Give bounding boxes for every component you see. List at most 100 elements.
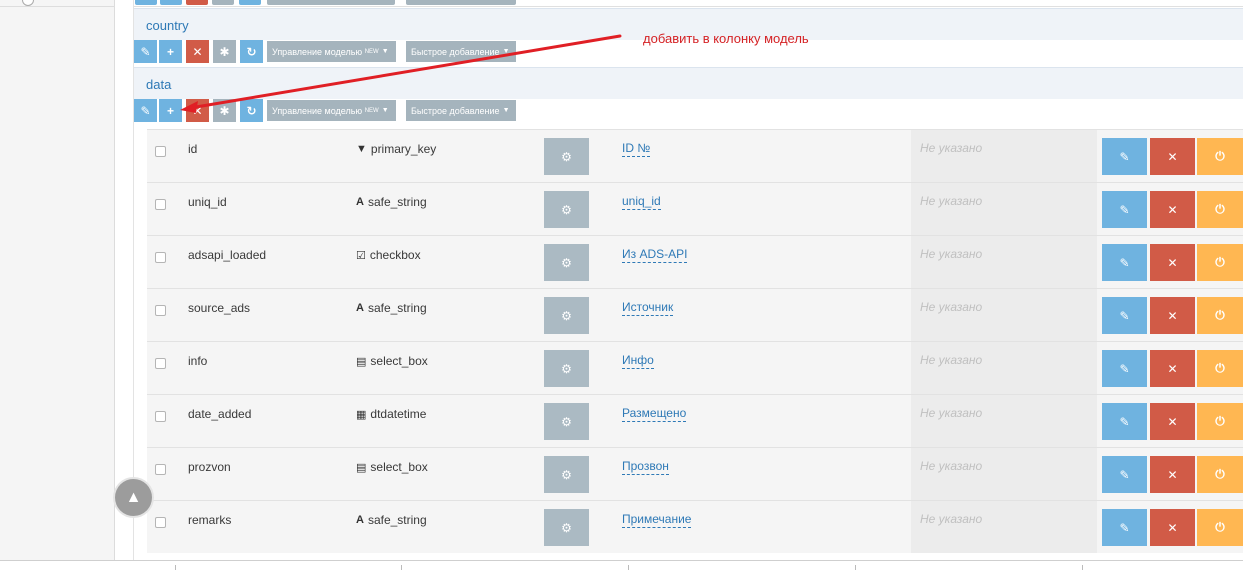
manage-model-dropdown[interactable]: Управление моделью NEW ▼ (267, 41, 396, 62)
row-checkbox[interactable] (155, 517, 166, 528)
field-settings-button[interactable]: ⚙ (544, 350, 589, 387)
field-settings-button[interactable]: ⚙ (544, 297, 589, 334)
row-delete-button[interactable]: ✕ (1150, 509, 1195, 546)
gear-icon: ⚙ (561, 149, 572, 164)
row-edit-button[interactable]: ✎ (1102, 456, 1147, 493)
row-edit-button[interactable]: ✎ (1102, 191, 1147, 228)
field-label-link[interactable]: Размещено (622, 406, 687, 422)
row-toggle-button[interactable]: ⏻ (1197, 297, 1243, 334)
left-panel-divider (0, 6, 115, 7)
stub-button[interactable] (212, 0, 234, 5)
add-button[interactable]: + (159, 99, 182, 122)
stub-button[interactable] (135, 0, 157, 5)
field-value-cell[interactable]: Не указано (911, 130, 1097, 182)
field-label-link[interactable]: Из ADS-API (622, 247, 688, 263)
table-row: remarks A safe_string ⚙ Примечание Не ук… (147, 500, 1243, 553)
refresh-button[interactable]: ↻ (240, 40, 263, 63)
bottom-divider (0, 560, 1243, 561)
list-box-icon: ▤ (356, 355, 367, 368)
row-edit-button[interactable]: ✎ (1102, 244, 1147, 281)
quick-add-dropdown[interactable]: Быстрое добавление ▼ (406, 100, 516, 121)
table-row: prozvon ▤ select_box ⚙ Прозвон Не указан… (147, 447, 1243, 500)
field-label-link[interactable]: Источник (622, 300, 674, 316)
pencil-icon: ✎ (140, 103, 151, 118)
row-delete-button[interactable]: ✕ (1150, 403, 1195, 440)
asterisk-button[interactable]: ✱ (213, 99, 236, 122)
placeholder-text: Не указано (920, 141, 983, 155)
row-checkbox[interactable] (155, 199, 166, 210)
field-type-label: checkbox (369, 248, 421, 262)
field-label-link[interactable]: uniq_id (622, 194, 661, 210)
row-toggle-button[interactable]: ⏻ (1197, 350, 1243, 387)
row-checkbox[interactable] (155, 146, 166, 157)
close-icon: ✕ (1167, 414, 1178, 429)
row-edit-button[interactable]: ✎ (1102, 403, 1147, 440)
font-icon: A (356, 514, 364, 526)
row-toggle-button[interactable]: ⏻ (1197, 191, 1243, 228)
field-value-cell[interactable]: Не указано (911, 342, 1097, 394)
add-button[interactable]: + (159, 40, 182, 63)
field-label-link[interactable]: Инфо (622, 353, 654, 369)
scroll-to-top-button[interactable]: ▲ (115, 479, 152, 516)
row-edit-button[interactable]: ✎ (1102, 138, 1147, 175)
row-checkbox[interactable] (155, 305, 166, 316)
row-checkbox[interactable] (155, 411, 166, 422)
row-checkbox[interactable] (155, 358, 166, 369)
asterisk-button[interactable]: ✱ (213, 40, 236, 63)
row-delete-button[interactable]: ✕ (1150, 138, 1195, 175)
field-label-link[interactable]: ID № (622, 141, 651, 157)
field-value-cell[interactable]: Не указано (911, 501, 1097, 553)
field-value-cell[interactable]: Не указано (911, 183, 1097, 235)
row-checkbox[interactable] (155, 464, 166, 475)
row-delete-button[interactable]: ✕ (1150, 244, 1195, 281)
row-toggle-button[interactable]: ⏻ (1197, 244, 1243, 281)
row-delete-button[interactable]: ✕ (1150, 456, 1195, 493)
row-toggle-button[interactable]: ⏻ (1197, 456, 1243, 493)
field-settings-button[interactable]: ⚙ (544, 138, 589, 175)
edit-button[interactable]: ✎ (134, 40, 157, 63)
edit-button[interactable]: ✎ (134, 99, 157, 122)
stub-button[interactable] (239, 0, 261, 5)
pencil-icon: ✎ (1119, 202, 1130, 217)
field-settings-button[interactable]: ⚙ (544, 191, 589, 228)
row-toggle-button[interactable]: ⏻ (1197, 509, 1243, 546)
row-delete-button[interactable]: ✕ (1150, 350, 1195, 387)
field-settings-button[interactable]: ⚙ (544, 509, 589, 546)
stub-button[interactable] (160, 0, 182, 5)
row-edit-button[interactable]: ✎ (1102, 350, 1147, 387)
field-type-label: select_box (370, 460, 428, 474)
quick-add-dropdown[interactable]: Быстрое добавление ▼ (406, 41, 516, 62)
row-toggle-button[interactable]: ⏻ (1197, 403, 1243, 440)
row-delete-button[interactable]: ✕ (1150, 297, 1195, 334)
section-title: country (146, 18, 189, 33)
manage-model-dropdown[interactable]: Управление моделью NEW ▼ (267, 100, 396, 121)
row-delete-button[interactable]: ✕ (1150, 191, 1195, 228)
gear-icon: ⚙ (561, 467, 572, 482)
table-row: source_ads A safe_string ⚙ Источник Не у… (147, 288, 1243, 341)
annotation-text: добавить в колонку модель (643, 31, 809, 46)
stub-dropdown[interactable] (267, 0, 395, 5)
row-edit-button[interactable]: ✎ (1102, 297, 1147, 334)
field-label-link[interactable]: Примечание (622, 512, 692, 528)
stub-button[interactable] (186, 0, 208, 5)
stub-dropdown[interactable] (406, 0, 516, 5)
caret-down-icon: ▼ (381, 48, 389, 55)
row-edit-button[interactable]: ✎ (1102, 509, 1147, 546)
field-label-link[interactable]: Прозвон (622, 459, 669, 475)
field-settings-button[interactable]: ⚙ (544, 403, 589, 440)
delete-button[interactable]: ✕ (186, 99, 209, 122)
field-value-cell[interactable]: Не указано (911, 448, 1097, 500)
close-icon: ✕ (1167, 202, 1178, 217)
delete-button[interactable]: ✕ (186, 40, 209, 63)
field-value-cell[interactable]: Не указано (911, 395, 1097, 447)
row-toggle-button[interactable]: ⏻ (1197, 138, 1243, 175)
field-type: ▦ dtdatetime (356, 407, 426, 421)
field-value-cell[interactable]: Не указано (911, 236, 1097, 288)
field-name: id (188, 142, 198, 156)
field-value-cell[interactable]: Не указано (911, 289, 1097, 341)
refresh-button[interactable]: ↻ (240, 99, 263, 122)
field-settings-button[interactable]: ⚙ (544, 456, 589, 493)
field-settings-button[interactable]: ⚙ (544, 244, 589, 281)
row-checkbox[interactable] (155, 252, 166, 263)
close-icon: ✕ (1167, 361, 1178, 376)
